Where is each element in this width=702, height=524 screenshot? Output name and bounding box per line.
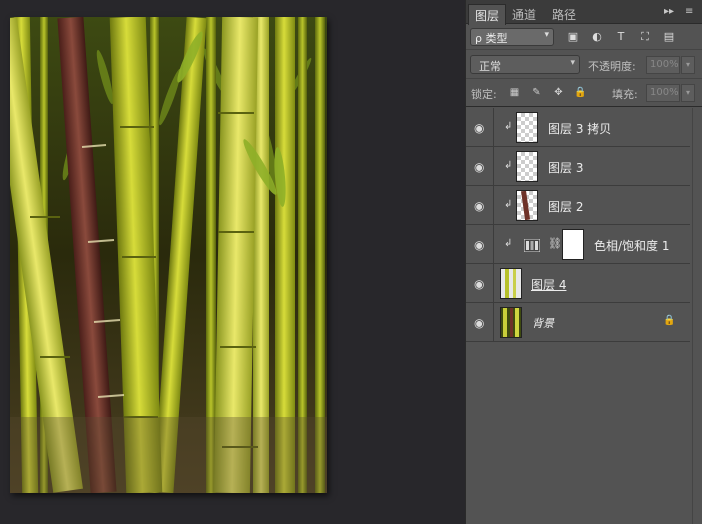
layers-scrollbar[interactable] bbox=[692, 108, 702, 524]
layer-row-background[interactable]: ◉ 背景 🔒 bbox=[466, 303, 690, 342]
clipping-mask-icon: ↲ bbox=[504, 199, 513, 210]
search-icon: ρ bbox=[475, 32, 482, 45]
eye-icon: ◉ bbox=[474, 238, 485, 252]
tab-layers[interactable]: 图层 bbox=[468, 4, 507, 25]
canvas-area[interactable] bbox=[0, 0, 462, 524]
layer-row-layer4[interactable]: ◉ 图层 4 bbox=[466, 264, 690, 303]
layer-name[interactable]: 图层 2 bbox=[548, 198, 583, 215]
lock-all-icon[interactable]: 🔒 bbox=[574, 86, 587, 99]
smart-object-filter-icon[interactable]: ▤ bbox=[662, 30, 676, 44]
visibility-toggle[interactable]: ◉ bbox=[466, 264, 494, 302]
tab-channels[interactable]: 通道 bbox=[506, 4, 542, 24]
fill-label: 填充: bbox=[612, 88, 638, 101]
visibility-toggle[interactable]: ◉ bbox=[466, 108, 494, 146]
opacity-dropdown-icon[interactable]: ▾ bbox=[681, 56, 695, 74]
chevron-down-icon: ▾ bbox=[570, 58, 575, 68]
opacity-label: 不透明度: bbox=[588, 60, 636, 73]
layer-row-hue-saturation[interactable]: ◉ ↲ ⛓ 色相/饱和度 1 bbox=[466, 225, 690, 264]
panel-tabbar: 图层 通道 路径 ▸▸ ≡ bbox=[466, 0, 702, 25]
layer-row-layer3[interactable]: ◉ ↲ 图层 3 bbox=[466, 147, 690, 186]
visibility-toggle[interactable]: ◉ bbox=[466, 147, 494, 185]
shape-layer-filter-icon[interactable]: ⛶ bbox=[638, 30, 652, 44]
eye-icon: ◉ bbox=[474, 199, 485, 213]
opacity-field[interactable]: 100% bbox=[646, 56, 680, 74]
visibility-toggle[interactable]: ◉ bbox=[466, 186, 494, 224]
layer-row-layer2[interactable]: ◉ ↲ 图层 2 bbox=[466, 186, 690, 225]
panel-menu-icon[interactable]: ≡ bbox=[685, 6, 693, 17]
type-layer-filter-icon[interactable]: T bbox=[614, 30, 628, 44]
photoshop-workspace: 图层 通道 路径 ▸▸ ≡ ρ 类型 ▾ ▣ ◐ T ⛶ ▤ 正常 ▾ 不透明度… bbox=[0, 0, 702, 524]
bamboo-photo bbox=[10, 17, 327, 493]
clipping-mask-icon: ↲ bbox=[504, 121, 513, 132]
clipping-mask-icon: ↲ bbox=[504, 160, 513, 171]
lock-fill-row: 锁定: ▦ ✎ ✥ 🔒 填充: 100% ▾ bbox=[466, 79, 702, 107]
layer-filter-row: ρ 类型 ▾ ▣ ◐ T ⛶ ▤ bbox=[466, 24, 702, 50]
layer-thumbnail bbox=[500, 268, 522, 299]
hue-saturation-adjustment-icon bbox=[523, 237, 541, 253]
lock-position-icon[interactable]: ✥ bbox=[552, 86, 565, 99]
layer-thumbnail bbox=[516, 112, 538, 143]
blend-mode-select[interactable]: 正常 ▾ bbox=[470, 55, 580, 74]
layer-name[interactable]: 色相/饱和度 1 bbox=[594, 237, 670, 254]
fill-field[interactable]: 100% bbox=[646, 84, 680, 102]
chevron-down-icon: ▾ bbox=[544, 30, 549, 40]
eye-icon: ◉ bbox=[474, 160, 485, 174]
layer-name[interactable]: 图层 4 bbox=[531, 276, 566, 293]
clipping-mask-icon: ↲ bbox=[504, 238, 513, 249]
blend-opacity-row: 正常 ▾ 不透明度: 100% ▾ bbox=[466, 51, 702, 79]
fill-dropdown-icon[interactable]: ▾ bbox=[681, 84, 695, 102]
lock-transparency-icon[interactable]: ▦ bbox=[508, 86, 521, 99]
bamboo-dark-thumbnail-icon bbox=[503, 308, 519, 337]
visibility-toggle[interactable]: ◉ bbox=[466, 225, 494, 263]
layer-mask-thumbnail[interactable] bbox=[562, 229, 584, 260]
eye-icon: ◉ bbox=[474, 121, 485, 135]
visibility-toggle[interactable]: ◉ bbox=[466, 303, 494, 341]
lock-label: 锁定: bbox=[471, 88, 497, 101]
stalk-thumbnail-icon bbox=[521, 190, 531, 221]
layer-name[interactable]: 图层 3 拷贝 bbox=[548, 120, 611, 137]
mask-link-icon[interactable]: ⛓ bbox=[548, 237, 562, 250]
layer-name[interactable]: 背景 bbox=[532, 315, 554, 331]
blend-mode-value: 正常 bbox=[479, 60, 501, 73]
layer-row-layer3-copy[interactable]: ◉ ↲ 图层 3 拷贝 bbox=[466, 108, 690, 147]
layer-thumbnail bbox=[516, 190, 538, 221]
collapse-panel-icon[interactable]: ▸▸ bbox=[664, 6, 674, 17]
lock-icon: 🔒 bbox=[663, 315, 676, 326]
eye-icon: ◉ bbox=[474, 316, 485, 330]
document-image-bamboo[interactable] bbox=[10, 17, 327, 493]
layers-list: ◉ ↲ 图层 3 拷贝 ◉ ↲ 图层 3 ◉ ↲ 图层 2 ◉ ↲ ⛓ 色相/饱… bbox=[466, 108, 702, 342]
tab-paths[interactable]: 路径 bbox=[546, 4, 582, 24]
adjustment-layer-filter-icon[interactable]: ◐ bbox=[590, 30, 604, 44]
layer-thumbnail bbox=[500, 307, 522, 338]
bamboo-thumbnail-icon bbox=[505, 269, 516, 298]
filter-type-label: 类型 bbox=[485, 32, 508, 45]
layer-name[interactable]: 图层 3 bbox=[548, 159, 583, 176]
pixel-layer-filter-icon[interactable]: ▣ bbox=[566, 30, 580, 44]
lock-image-pixels-icon[interactable]: ✎ bbox=[530, 86, 543, 99]
layer-thumbnail bbox=[516, 151, 538, 182]
layers-panel: 图层 通道 路径 ▸▸ ≡ ρ 类型 ▾ ▣ ◐ T ⛶ ▤ 正常 ▾ 不透明度… bbox=[465, 0, 702, 524]
eye-icon: ◉ bbox=[474, 277, 485, 291]
filter-type-select[interactable]: ρ 类型 ▾ bbox=[470, 28, 554, 46]
